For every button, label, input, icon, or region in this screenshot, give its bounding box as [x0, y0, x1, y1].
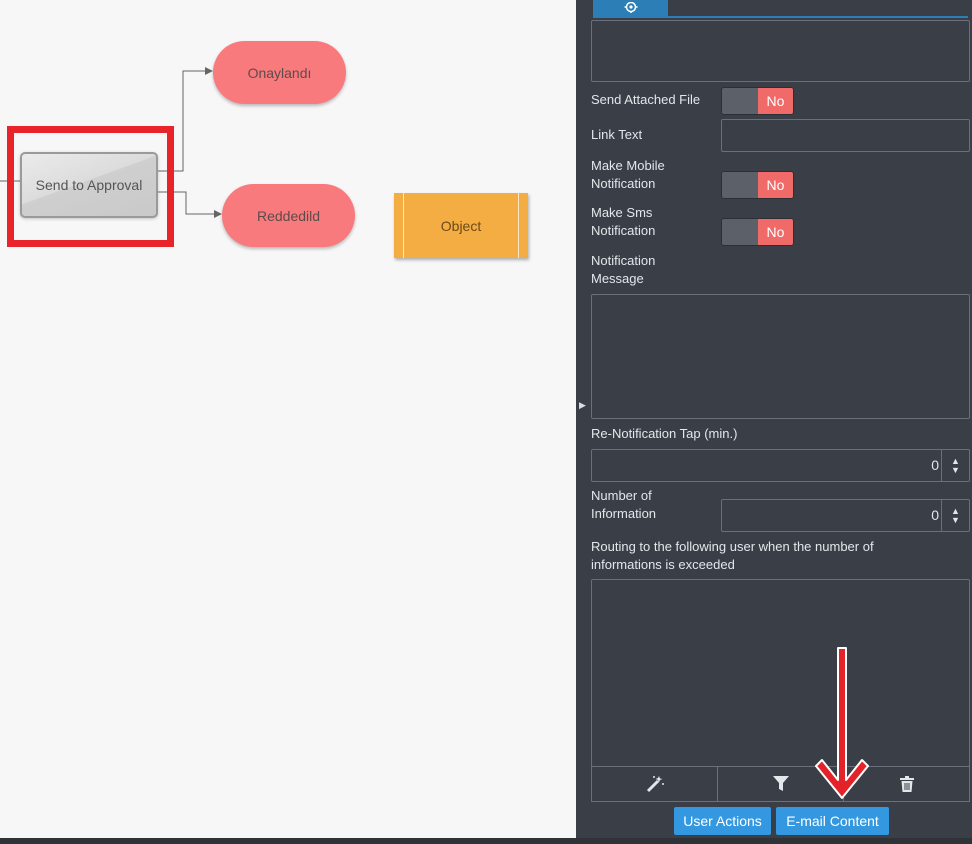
- number-of-information-value: 0: [931, 507, 939, 523]
- make-mobile-notification-state: No: [758, 172, 793, 198]
- delete-button[interactable]: [844, 767, 969, 801]
- workflow-canvas[interactable]: Onaylandı Reddedild Send to Approval Obj…: [0, 0, 576, 838]
- make-mobile-notification-label-line2: Notification: [591, 176, 656, 191]
- send-attached-file-label: Send Attached File: [591, 92, 701, 107]
- number-of-information-stepper[interactable]: ▲ ▼: [941, 500, 969, 531]
- number-of-information-label-line2: Information: [591, 506, 657, 521]
- routing-toolbar: [591, 766, 970, 802]
- magic-wand-button[interactable]: [592, 767, 718, 801]
- node-rejected[interactable]: Reddedild: [222, 184, 355, 247]
- renotification-tap-label: Re-Notification Tap (min.): [591, 426, 738, 441]
- renotification-tap-stepper[interactable]: ▲ ▼: [941, 450, 969, 481]
- renotification-tap-value: 0: [931, 457, 939, 473]
- send-attached-file-toggle[interactable]: No: [721, 87, 794, 115]
- node-approved[interactable]: Onaylandı: [213, 41, 346, 104]
- make-sms-notification-label: Make Sms Notification: [591, 204, 655, 240]
- tab-settings[interactable]: [593, 0, 668, 17]
- node-send-to-approval[interactable]: Send to Approval: [20, 152, 158, 218]
- make-sms-notification-label-line1: Make Sms: [591, 205, 653, 220]
- node-object[interactable]: Object: [394, 193, 528, 258]
- link-text-input[interactable]: [721, 119, 970, 152]
- notification-message-textarea[interactable]: [591, 294, 970, 419]
- routing-label: Routing to the following user when the n…: [591, 538, 874, 574]
- node-approved-label: Onaylandı: [247, 64, 312, 81]
- routing-user-list[interactable]: [591, 579, 970, 767]
- renotification-tap-input[interactable]: 0 ▲ ▼: [591, 449, 970, 482]
- notification-message-label-line2: Message: [591, 271, 644, 286]
- email-content-button[interactable]: E-mail Content: [776, 807, 889, 835]
- top-text-area[interactable]: [591, 20, 970, 82]
- routing-label-line1: Routing to the following user when the n…: [591, 539, 874, 554]
- filter-button[interactable]: [718, 767, 844, 801]
- make-mobile-notification-toggle[interactable]: No: [721, 171, 794, 199]
- node-object-label: Object: [440, 217, 482, 234]
- make-mobile-notification-label: Make Mobile Notification: [591, 157, 665, 193]
- send-attached-file-state: No: [758, 88, 793, 114]
- tab-underline: [593, 16, 968, 18]
- stepper-down-icon[interactable]: ▼: [951, 465, 960, 475]
- make-sms-notification-toggle[interactable]: No: [721, 218, 794, 246]
- user-actions-button[interactable]: User Actions: [674, 807, 771, 835]
- filter-icon: [772, 776, 789, 791]
- make-sms-notification-label-line2: Notification: [591, 223, 656, 238]
- node-send-to-approval-label: Send to Approval: [35, 177, 143, 193]
- properties-panel: ▶ Send Attached File No Link Text Make M…: [576, 0, 972, 838]
- make-mobile-notification-label-line1: Make Mobile: [591, 158, 665, 173]
- bottom-strip: [0, 838, 972, 844]
- collapse-arrow-icon[interactable]: ▶: [579, 400, 586, 411]
- number-of-information-label: Number of Information: [591, 487, 656, 523]
- trash-icon: [899, 776, 914, 792]
- number-of-information-label-line1: Number of: [591, 488, 652, 503]
- gear-icon: [624, 1, 637, 13]
- notification-message-label: Notification Message: [591, 252, 655, 288]
- magic-wand-icon: [646, 776, 664, 793]
- make-sms-notification-state: No: [758, 219, 793, 245]
- stepper-down-icon[interactable]: ▼: [951, 515, 960, 525]
- node-rejected-label: Reddedild: [256, 207, 321, 224]
- number-of-information-input[interactable]: 0 ▲ ▼: [721, 499, 970, 532]
- notification-message-label-line1: Notification: [591, 253, 656, 268]
- routing-label-line2: informations is exceeded: [591, 557, 735, 572]
- link-text-label: Link Text: [591, 127, 643, 142]
